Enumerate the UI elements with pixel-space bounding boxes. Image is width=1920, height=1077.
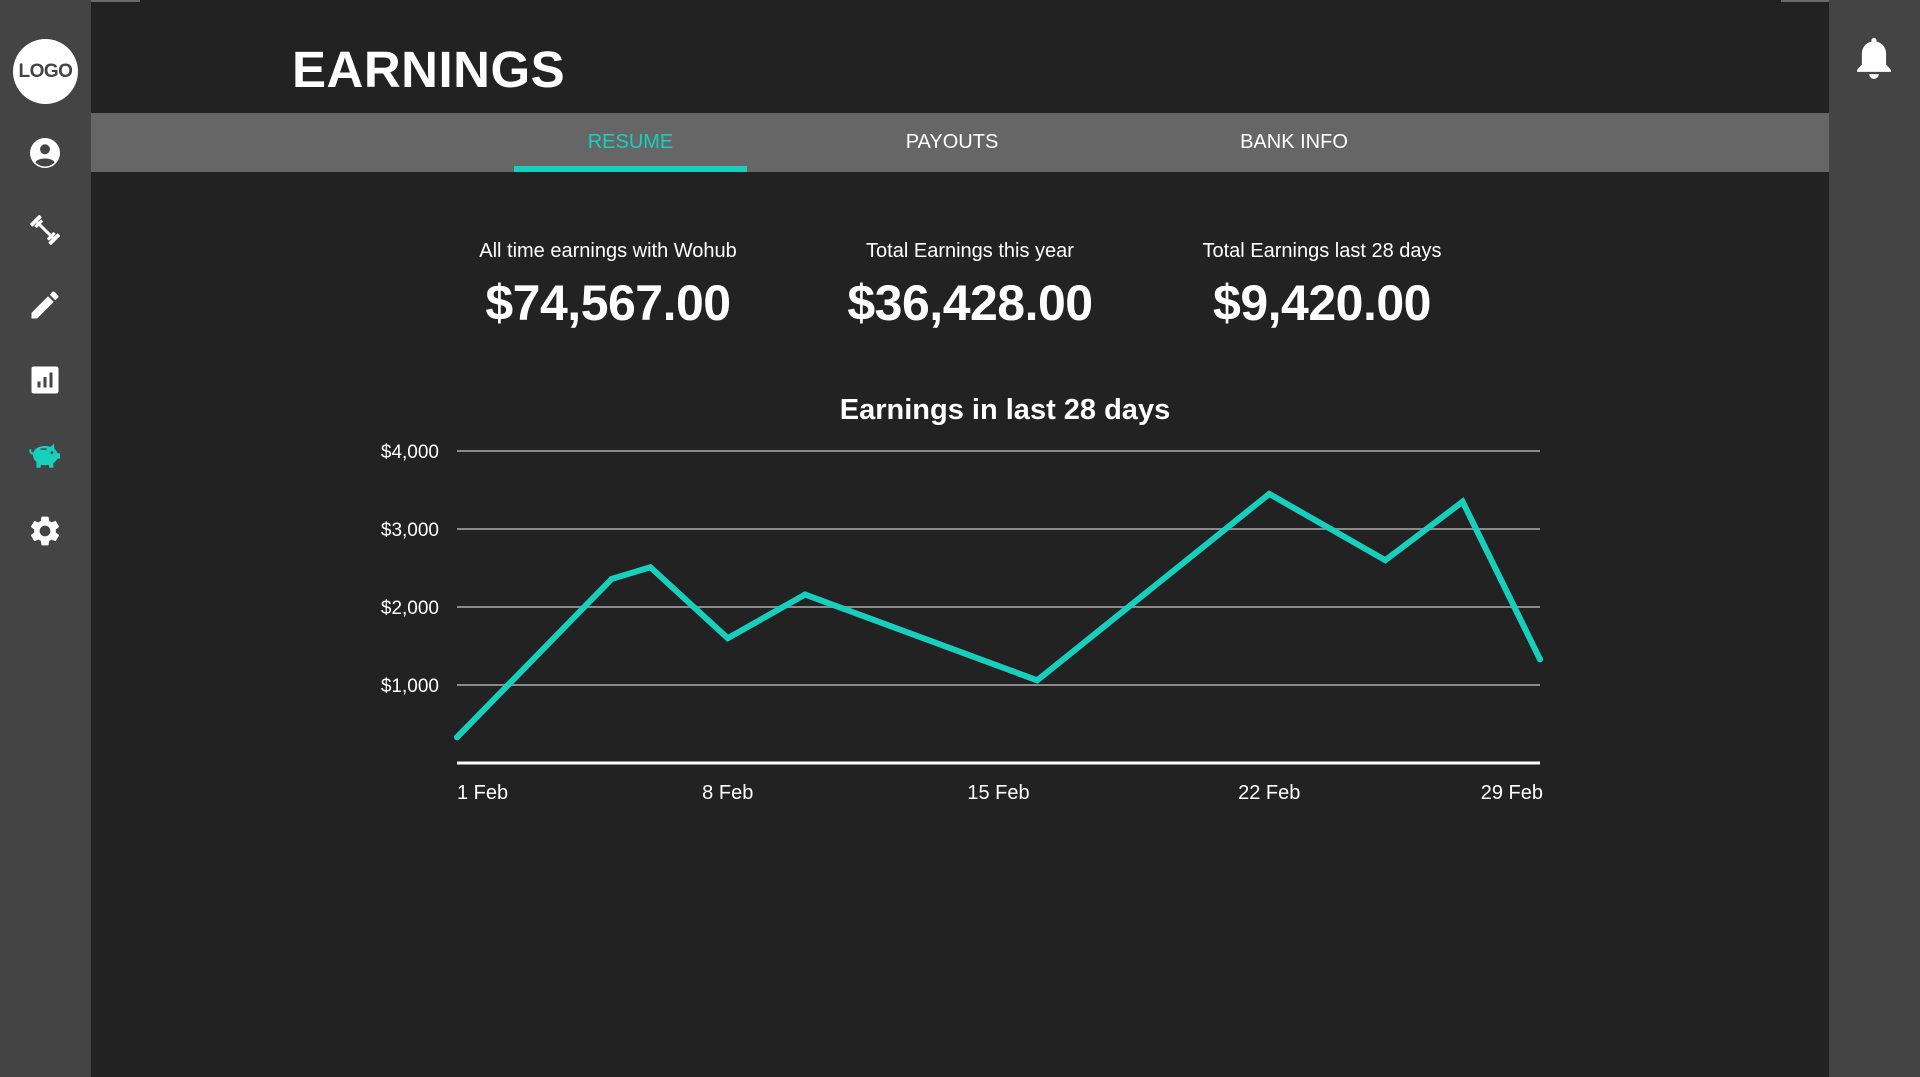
data-point <box>1382 557 1389 564</box>
data-point <box>724 635 731 642</box>
data-point <box>1034 677 1041 684</box>
x-tick-label: 22 Feb <box>1238 782 1300 804</box>
data-point <box>1459 498 1466 505</box>
data-point <box>1537 656 1543 663</box>
earnings-line-chart: $1,000 $2,000 $3,000 $4,000 1 Feb 8 Feb 15 Feb… <box>381 442 1543 804</box>
data-point <box>1266 490 1273 497</box>
data-point <box>608 575 615 582</box>
x-tick-label: 1 Feb <box>457 782 508 804</box>
earnings-series-line <box>454 490 1543 741</box>
data-point <box>647 564 654 571</box>
y-tick-label: $4,000 <box>381 442 439 463</box>
data-point <box>802 591 809 598</box>
x-tick-label: 8 Feb <box>702 782 753 804</box>
x-tick-label: 29 Feb <box>1481 782 1543 804</box>
x-tick-label: 15 Feb <box>967 782 1029 804</box>
data-point <box>454 734 460 741</box>
y-tick-label: $3,000 <box>381 520 439 541</box>
y-tick-label: $1,000 <box>381 676 439 697</box>
y-tick-label: $2,000 <box>381 598 439 619</box>
